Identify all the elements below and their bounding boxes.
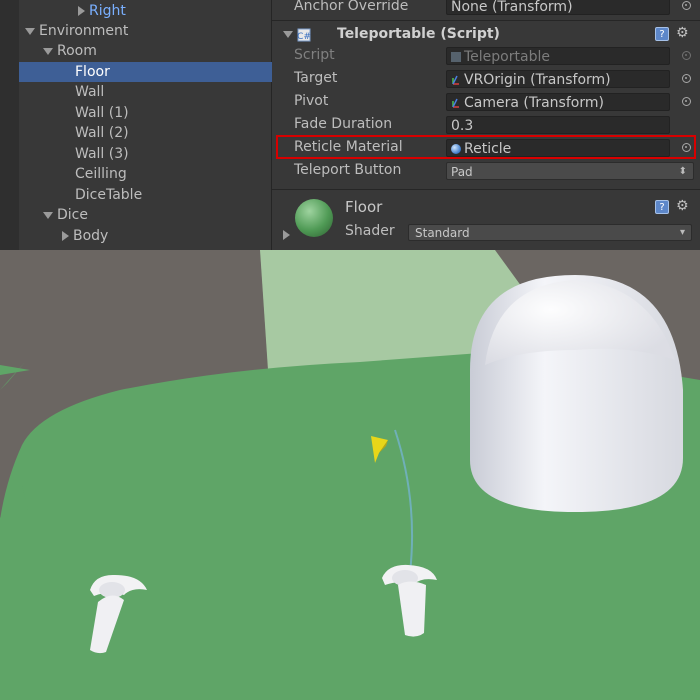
script-value: Teleportable (464, 49, 550, 65)
object-picker-icon[interactable] (682, 1, 691, 10)
pivot-field[interactable]: Camera (Transform) (446, 93, 670, 111)
expanded-arrow-icon[interactable] (43, 211, 53, 219)
target-value: VROrigin (Transform) (464, 72, 611, 88)
foldout-arrow-icon[interactable] (283, 31, 293, 38)
hierarchy-item-label: Right (89, 3, 126, 19)
hierarchy-panel: Right Environment Room Floor Wall Wall (… (19, 0, 327, 250)
pivot-label: Pivot (294, 93, 329, 109)
reticle-material-highlight-box (276, 135, 696, 159)
hierarchy-item-label: Body (73, 228, 109, 244)
expanded-arrow-icon[interactable] (25, 27, 35, 35)
component-divider (272, 189, 700, 190)
teleport-button-value: Pad (451, 165, 473, 179)
teleport-button-label: Teleport Button (294, 162, 402, 178)
foldout-arrow-icon[interactable] (283, 230, 290, 240)
help-icon[interactable]: ? (655, 200, 669, 214)
pivot-value: Camera (Transform) (464, 95, 604, 111)
hierarchy-item-label: Dice (57, 207, 88, 223)
shader-dropdown[interactable]: Standard ▾ (408, 224, 692, 241)
gear-icon[interactable]: ⚙ (676, 26, 689, 40)
hierarchy-item-label: Ceilling (75, 166, 127, 182)
svg-text:C#: C# (297, 32, 311, 42)
hierarchy-item-environment[interactable]: Environment (19, 21, 277, 41)
hierarchy-item-label: Wall (1) (75, 105, 129, 121)
unity-editor-panels: Right Environment Room Floor Wall Wall (… (0, 0, 700, 250)
component-divider (272, 20, 700, 21)
expanded-arrow-icon[interactable] (43, 47, 53, 55)
fade-duration-label: Fade Duration (294, 116, 393, 132)
hierarchy-item-label: Wall (75, 84, 105, 100)
shader-value: Standard (415, 226, 470, 240)
material-name: Floor (345, 198, 383, 216)
hierarchy-item-body[interactable]: Body (19, 226, 314, 246)
teleport-button-dropdown[interactable]: Pad ⬍ (446, 162, 694, 180)
collapsed-arrow-icon[interactable] (78, 6, 85, 16)
inspector-panel: Anchor Override None (Transform) C# Tele… (272, 0, 700, 250)
hierarchy-item-room[interactable]: Room (19, 41, 295, 61)
dropdown-arrow-icon: ▾ (679, 227, 685, 238)
scene-view[interactable] (0, 250, 700, 700)
target-label: Target (294, 70, 338, 86)
shader-label: Shader (345, 223, 395, 239)
hierarchy-item-label: Room (57, 43, 97, 59)
hierarchy-item-label: Wall (3) (75, 146, 129, 162)
hierarchy-item-dice[interactable]: Dice (19, 205, 295, 225)
hierarchy-item-label: Wall (2) (75, 125, 129, 141)
script-label: Script (294, 47, 335, 63)
anchor-override-field[interactable]: None (Transform) (446, 0, 670, 15)
object-picker-icon[interactable] (682, 74, 691, 83)
hierarchy-item-label: Floor (75, 64, 110, 80)
object-picker-icon (682, 51, 691, 60)
gear-icon[interactable]: ⚙ (676, 199, 689, 213)
script-field: Teleportable (446, 47, 670, 65)
transform-icon (452, 75, 459, 85)
target-field[interactable]: VROrigin (Transform) (446, 70, 670, 88)
component-title: Teleportable (Script) (337, 26, 500, 42)
material-preview-sphere (295, 199, 333, 237)
dropdown-arrows-icon: ⬍ (678, 166, 687, 177)
hierarchy-item-label: DiceTable (75, 187, 143, 203)
editor-left-strip (0, 0, 19, 250)
script-icon: C# (297, 28, 311, 42)
collapsed-arrow-icon[interactable] (62, 231, 69, 241)
object-picker-icon[interactable] (682, 97, 691, 106)
fade-duration-field[interactable]: 0.3 (446, 116, 670, 134)
anchor-override-label: Anchor Override (294, 0, 409, 14)
scene-render (0, 250, 700, 700)
help-icon[interactable]: ? (655, 27, 669, 41)
script-file-icon (451, 52, 461, 62)
transform-icon (452, 98, 459, 108)
hierarchy-item-label: Environment (39, 23, 129, 39)
